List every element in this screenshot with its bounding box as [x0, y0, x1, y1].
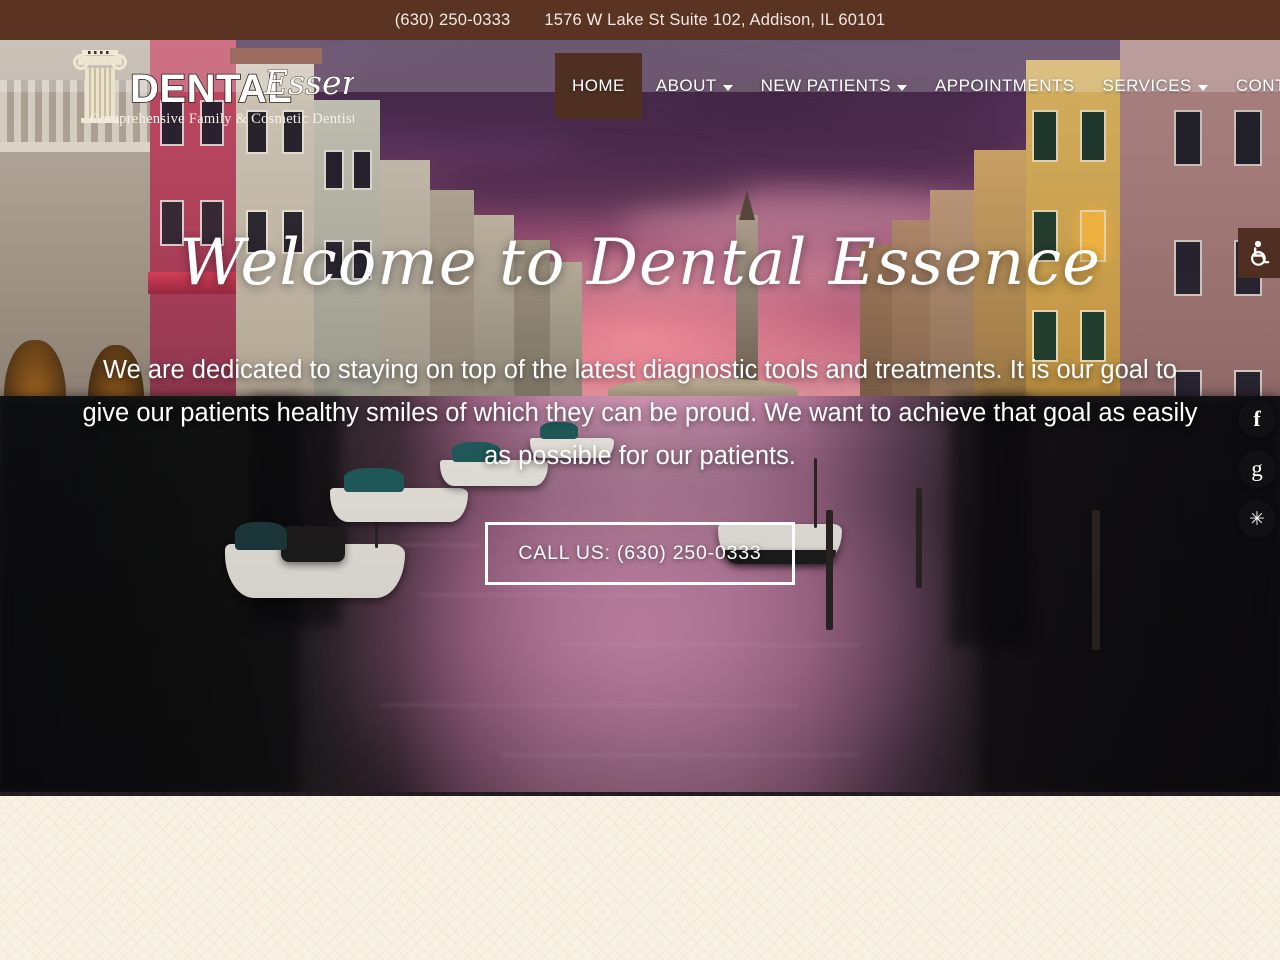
facebook-icon[interactable]: f	[1238, 400, 1276, 438]
top-utility-bar-inner: (630) 250-0333 1576 W Lake St Suite 102,…	[395, 11, 886, 30]
top-utility-bar: (630) 250-0333 1576 W Lake St Suite 102,…	[0, 0, 1280, 40]
nav-item-new-patients-label: NEW PATIENTS	[760, 76, 892, 95]
hero-photo-tint	[0, 40, 1280, 796]
nav-item-services-label: SERVICES	[1102, 76, 1192, 95]
hero-banner	[0, 40, 1280, 796]
chevron-down-icon	[722, 84, 733, 91]
nav-item-new-patients[interactable]: NEW PATIENTS	[747, 53, 921, 119]
topbar-phone-link[interactable]: (630) 250-0333	[395, 11, 511, 30]
hero-background-image	[0, 40, 1280, 796]
logo-artwork: DENTAL Essence Comprehensive Family & Co…	[73, 50, 354, 127]
google-icon[interactable]: g	[1238, 450, 1276, 488]
main-navigation: HOME ABOUT NEW PATIENTS APPOINTMENTS SER…	[555, 53, 1280, 119]
accessibility-options-button[interactable]	[1238, 228, 1280, 278]
nav-item-contact-label: CONTACT	[1235, 76, 1280, 95]
topbar-address-text: 1576 W Lake St Suite 102, Addison, IL 60…	[544, 10, 886, 29]
site-logo[interactable]: DENTAL Essence Comprehensive Family & Co…	[68, 44, 354, 128]
social-links-rail: f g ✳	[1238, 400, 1276, 538]
wheelchair-accessibility-icon	[1250, 240, 1269, 266]
nav-item-home-label: HOME	[572, 76, 625, 95]
nav-item-about-label: ABOUT	[655, 76, 717, 95]
nav-item-appointments-label: APPOINTMENTS	[935, 76, 1075, 95]
yelp-icon[interactable]: ✳	[1238, 500, 1276, 538]
page-root: (630) 250-0333 1576 W Lake St Suite 102,…	[0, 0, 1280, 960]
chevron-down-icon	[897, 84, 908, 91]
nav-item-appointments[interactable]: APPOINTMENTS	[921, 53, 1089, 119]
logo-tagline: Comprehensive Family & Cosmetic Dentistr…	[90, 111, 354, 127]
hero-bottom-edge	[0, 792, 1280, 796]
below-hero-section	[0, 796, 1280, 960]
logo-wordmark-secondary: Essence	[263, 63, 354, 102]
nav-item-services[interactable]: SERVICES	[1089, 53, 1222, 119]
nav-item-contact[interactable]: CONTACT	[1222, 53, 1280, 119]
nav-item-home[interactable]: HOME	[555, 53, 642, 119]
nav-item-about[interactable]: ABOUT	[642, 53, 747, 119]
chevron-down-icon	[1197, 84, 1208, 91]
hero-call-us-button[interactable]: CALL US: (630) 250-0333	[485, 521, 795, 585]
